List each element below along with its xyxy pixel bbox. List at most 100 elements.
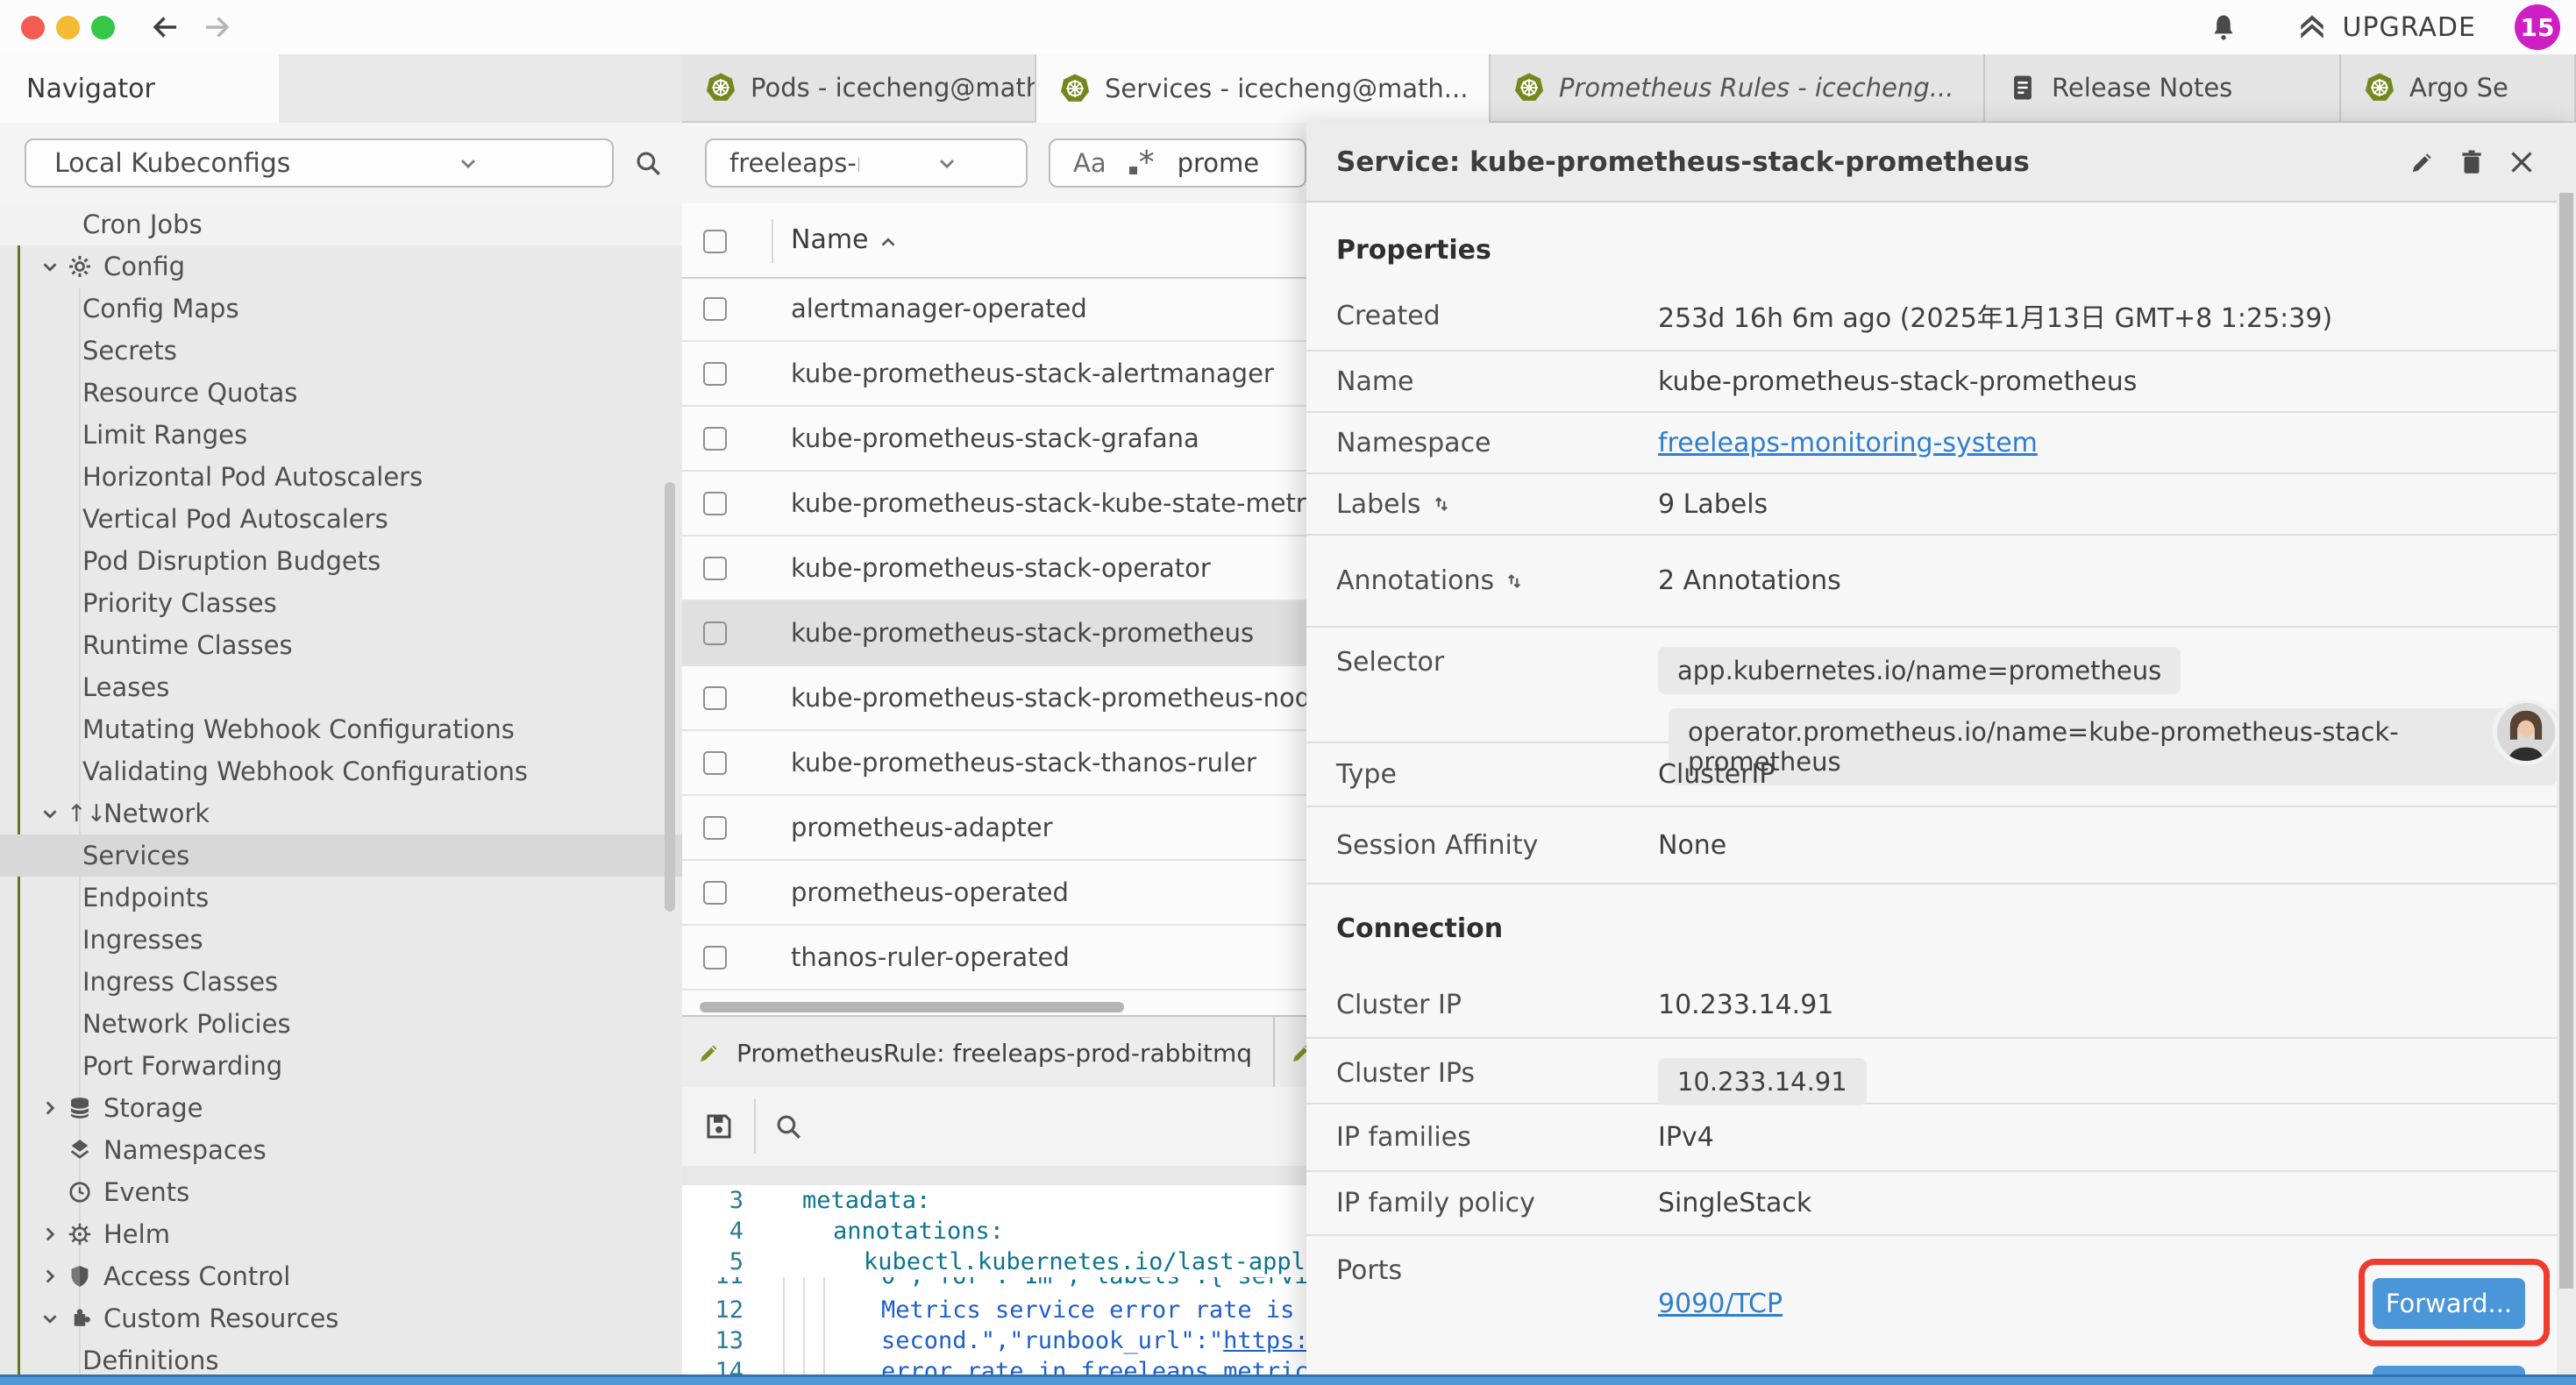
sort-ascending-icon[interactable] [877, 231, 900, 254]
detail-row-ip-families: IP familiesIPv4 [1306, 1104, 2557, 1172]
window-minimize-button[interactable] [56, 16, 80, 39]
sidebar-item-resource-quotas[interactable]: Resource Quotas [0, 372, 682, 414]
sidebar-item-definitions[interactable]: Definitions [0, 1339, 682, 1374]
table-row-thanos-ruler-operated[interactable]: thanos-ruler-operated [682, 926, 1306, 991]
search-input[interactable]: Aa * prome [1049, 138, 1306, 188]
sidebar-item-runtime-classes[interactable]: Runtime Classes [0, 624, 682, 666]
sort-updown-icon[interactable] [1503, 570, 1526, 593]
namespace-link[interactable]: freeleaps-monitoring-system [1658, 428, 2038, 458]
sidebar-item-cron-jobs[interactable]: Cron Jobs [0, 203, 682, 245]
name-column-header[interactable]: Name [791, 224, 869, 255]
sidebar-item-access-control[interactable]: Access Control [0, 1255, 682, 1297]
forward-button[interactable]: Forward... [2373, 1366, 2525, 1374]
sidebar-item-secrets[interactable]: Secrets [0, 330, 682, 372]
table-row-kube-prometheus-stack-kube-state-metrics[interactable]: kube-prometheus-stack-kube-state-metrics [682, 472, 1306, 536]
resource-list-pane: freeleaps-monitoring-system Aa * prome N… [682, 123, 1306, 1374]
row-checkbox[interactable] [703, 686, 727, 710]
row-checkbox[interactable] [703, 816, 727, 840]
save-icon[interactable] [703, 1111, 735, 1142]
sidebar-item-services[interactable]: Services [0, 835, 682, 877]
sidebar-item-leases[interactable]: Leases [0, 666, 682, 708]
editor-tab-prometheusrule[interactable]: PrometheusRule: freeleaps-prod-rabbitmq [682, 1017, 1275, 1089]
editor-search-icon[interactable] [773, 1112, 803, 1141]
sidebar-item-namespaces[interactable]: Namespaces [0, 1129, 682, 1171]
edit-pencil-icon[interactable] [2408, 147, 2437, 177]
drawer-scrollbar-thumb[interactable] [2559, 193, 2573, 1289]
drawer-scrollbar-track[interactable] [2557, 123, 2576, 1374]
code-line-3: 3metadata: [682, 1185, 1306, 1216]
bell-icon[interactable] [2209, 12, 2238, 42]
detail-label: Cluster IPs [1306, 1039, 1658, 1103]
sidebar-item-custom-resources[interactable]: Custom Resources [0, 1297, 682, 1339]
match-case-toggle[interactable]: Aa [1073, 148, 1107, 178]
sidebar-item-events[interactable]: Events [0, 1171, 682, 1213]
trash-icon[interactable] [2457, 147, 2487, 177]
sidebar-item-config-maps[interactable]: Config Maps [0, 288, 682, 330]
row-checkbox[interactable] [703, 751, 727, 775]
table-row-prometheus-operated[interactable]: prometheus-operated [682, 861, 1306, 926]
sort-updown-icon[interactable] [1430, 493, 1453, 515]
sidebar-item-mutating-webhook-configurations[interactable]: Mutating Webhook Configurations [0, 708, 682, 750]
sidebar-item-helm[interactable]: Helm [0, 1213, 682, 1255]
row-checkbox[interactable] [703, 492, 727, 515]
tab-prometheus-rules-icecheng[interactable]: Prometheus Rules - icecheng... [1491, 54, 1985, 123]
editor-tab-partial[interactable] [1275, 1017, 1306, 1089]
row-checkbox[interactable] [703, 362, 727, 386]
notification-count-badge[interactable]: 15 [2515, 4, 2560, 50]
sidebar-filter-band: Local Kubeconfigs [0, 123, 682, 203]
sidebar-item-storage[interactable]: Storage [0, 1087, 682, 1129]
sidebar-item-endpoints[interactable]: Endpoints [0, 877, 682, 919]
kubeconfig-select[interactable]: Local Kubeconfigs [25, 138, 614, 188]
tab-services-icecheng-math[interactable]: Services - icecheng@math... [1036, 54, 1491, 123]
back-icon[interactable] [150, 11, 181, 43]
table-horizontal-scrollbar[interactable] [700, 1002, 1305, 1012]
tab-pods-icecheng-mathmas[interactable]: Pods - icecheng@mathmas... [682, 54, 1036, 123]
detail-value: 10.233.14.91 [1658, 1039, 2557, 1103]
sidebar-item-pod-disruption-budgets[interactable]: Pod Disruption Budgets [0, 540, 682, 582]
forward-button[interactable]: Forward... [2373, 1278, 2525, 1329]
tab-navigator[interactable]: Navigator [0, 54, 279, 123]
table-row-prometheus-adapter[interactable]: prometheus-adapter [682, 796, 1306, 861]
sidebar-item-network-policies[interactable]: Network Policies [0, 1003, 682, 1045]
namespace-select[interactable]: freeleaps-monitoring-system [705, 138, 1028, 188]
tab-release-notes[interactable]: Release Notes [1985, 54, 2341, 123]
sidebar-item-config[interactable]: Config [0, 245, 682, 288]
avatar[interactable] [2493, 699, 2559, 765]
tab-label: Release Notes [2052, 73, 2232, 103]
row-checkbox[interactable] [703, 427, 727, 451]
close-icon[interactable] [2506, 146, 2537, 178]
row-checkbox[interactable] [703, 557, 727, 580]
yaml-editor[interactable]: 3metadata:4annotations:5kubectl.kubernet… [682, 1185, 1306, 1374]
sidebar-item-port-forwarding[interactable]: Port Forwarding [0, 1045, 682, 1087]
tab-argo-se[interactable]: Argo Se [2341, 54, 2576, 123]
sidebar-item-validating-webhook-configurations[interactable]: Validating Webhook Configurations [0, 750, 682, 792]
sidebar-item-horizontal-pod-autoscalers[interactable]: Horizontal Pod Autoscalers [0, 456, 682, 498]
sidebar-item-network[interactable]: ↑↓Network [0, 792, 682, 835]
sidebar-scrollbar[interactable] [665, 482, 675, 912]
row-name: kube-prometheus-stack-kube-state-metrics [791, 488, 1306, 518]
row-checkbox[interactable] [703, 946, 727, 970]
window-close-button[interactable] [21, 16, 45, 39]
table-row-alertmanager-operated[interactable]: alertmanager-operated [682, 277, 1306, 342]
code-text: error rate in freeleaps metrics ser [763, 1358, 1306, 1374]
table-row-kube-prometheus-stack-prometheus-node-ex[interactable]: kube-prometheus-stack-prometheus-node-ex… [682, 666, 1306, 731]
table-row-kube-prometheus-stack-thanos-ruler[interactable]: kube-prometheus-stack-thanos-ruler [682, 731, 1306, 796]
row-checkbox[interactable] [703, 297, 727, 321]
row-checkbox[interactable] [703, 621, 727, 645]
table-row-kube-prometheus-stack-alertmanager[interactable]: kube-prometheus-stack-alertmanager [682, 342, 1306, 407]
upgrade-button[interactable]: UPGRADE [2295, 11, 2476, 43]
sidebar-item-priority-classes[interactable]: Priority Classes [0, 582, 682, 624]
sidebar-search-icon[interactable] [633, 148, 663, 178]
table-row-kube-prometheus-stack-grafana[interactable]: kube-prometheus-stack-grafana [682, 407, 1306, 472]
table-row-kube-prometheus-stack-operator[interactable]: kube-prometheus-stack-operator [682, 536, 1306, 601]
port-link[interactable]: 9090/TCP [1658, 1289, 2373, 1319]
sidebar-item-vertical-pod-autoscalers[interactable]: Vertical Pod Autoscalers [0, 498, 682, 540]
table-row-kube-prometheus-stack-prometheus[interactable]: kube-prometheus-stack-prometheus [682, 601, 1306, 666]
row-checkbox[interactable] [703, 881, 727, 905]
sidebar-item-ingress-classes[interactable]: Ingress Classes [0, 961, 682, 1003]
select-all-checkbox[interactable] [703, 230, 727, 253]
sidebar-item-limit-ranges[interactable]: Limit Ranges [0, 414, 682, 456]
regex-toggle[interactable]: * [1129, 147, 1155, 179]
window-zoom-button[interactable] [91, 16, 115, 39]
sidebar-item-ingresses[interactable]: Ingresses [0, 919, 682, 961]
